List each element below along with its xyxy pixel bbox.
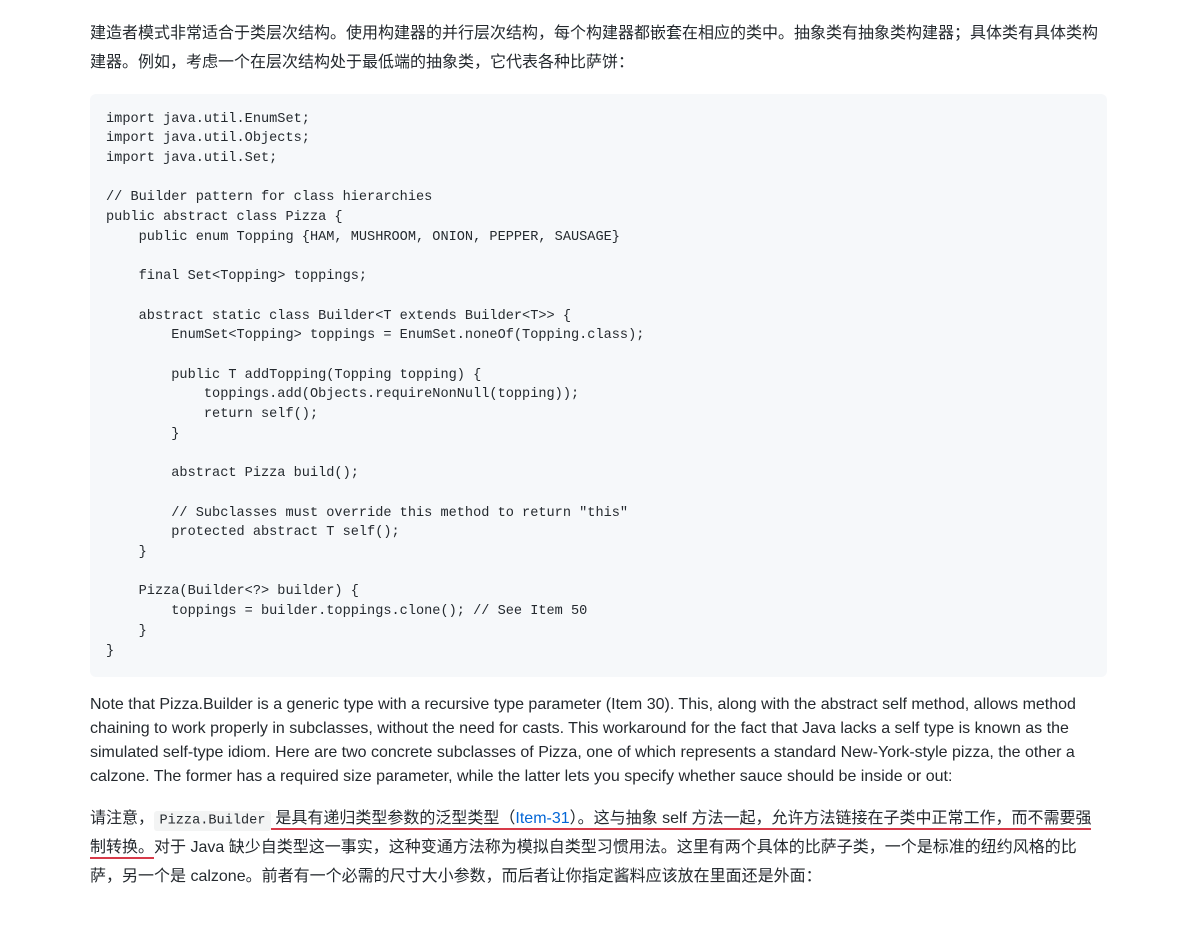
closing-prefix: 请注意，: [90, 810, 154, 827]
inline-code-pizza-builder: Pizza.Builder: [154, 811, 271, 831]
item-31-link[interactable]: Item-31: [515, 810, 569, 830]
closing-highlight-part1: 是具有递归类型参数的泛型类型（: [271, 810, 515, 830]
intro-paragraph-cn: 建造者模式非常适合于类层次结构。使用构建器的并行层次结构，每个构建器都嵌套在相应…: [90, 20, 1107, 78]
code-block: import java.util.EnumSet; import java.ut…: [90, 94, 1107, 678]
english-paragraph: Note that Pizza.Builder is a generic typ…: [90, 693, 1107, 789]
closing-paragraph-cn: 请注意，Pizza.Builder 是具有递归类型参数的泛型类型（Item-31…: [90, 805, 1107, 891]
code-content: import java.util.EnumSet; import java.ut…: [106, 110, 1091, 662]
